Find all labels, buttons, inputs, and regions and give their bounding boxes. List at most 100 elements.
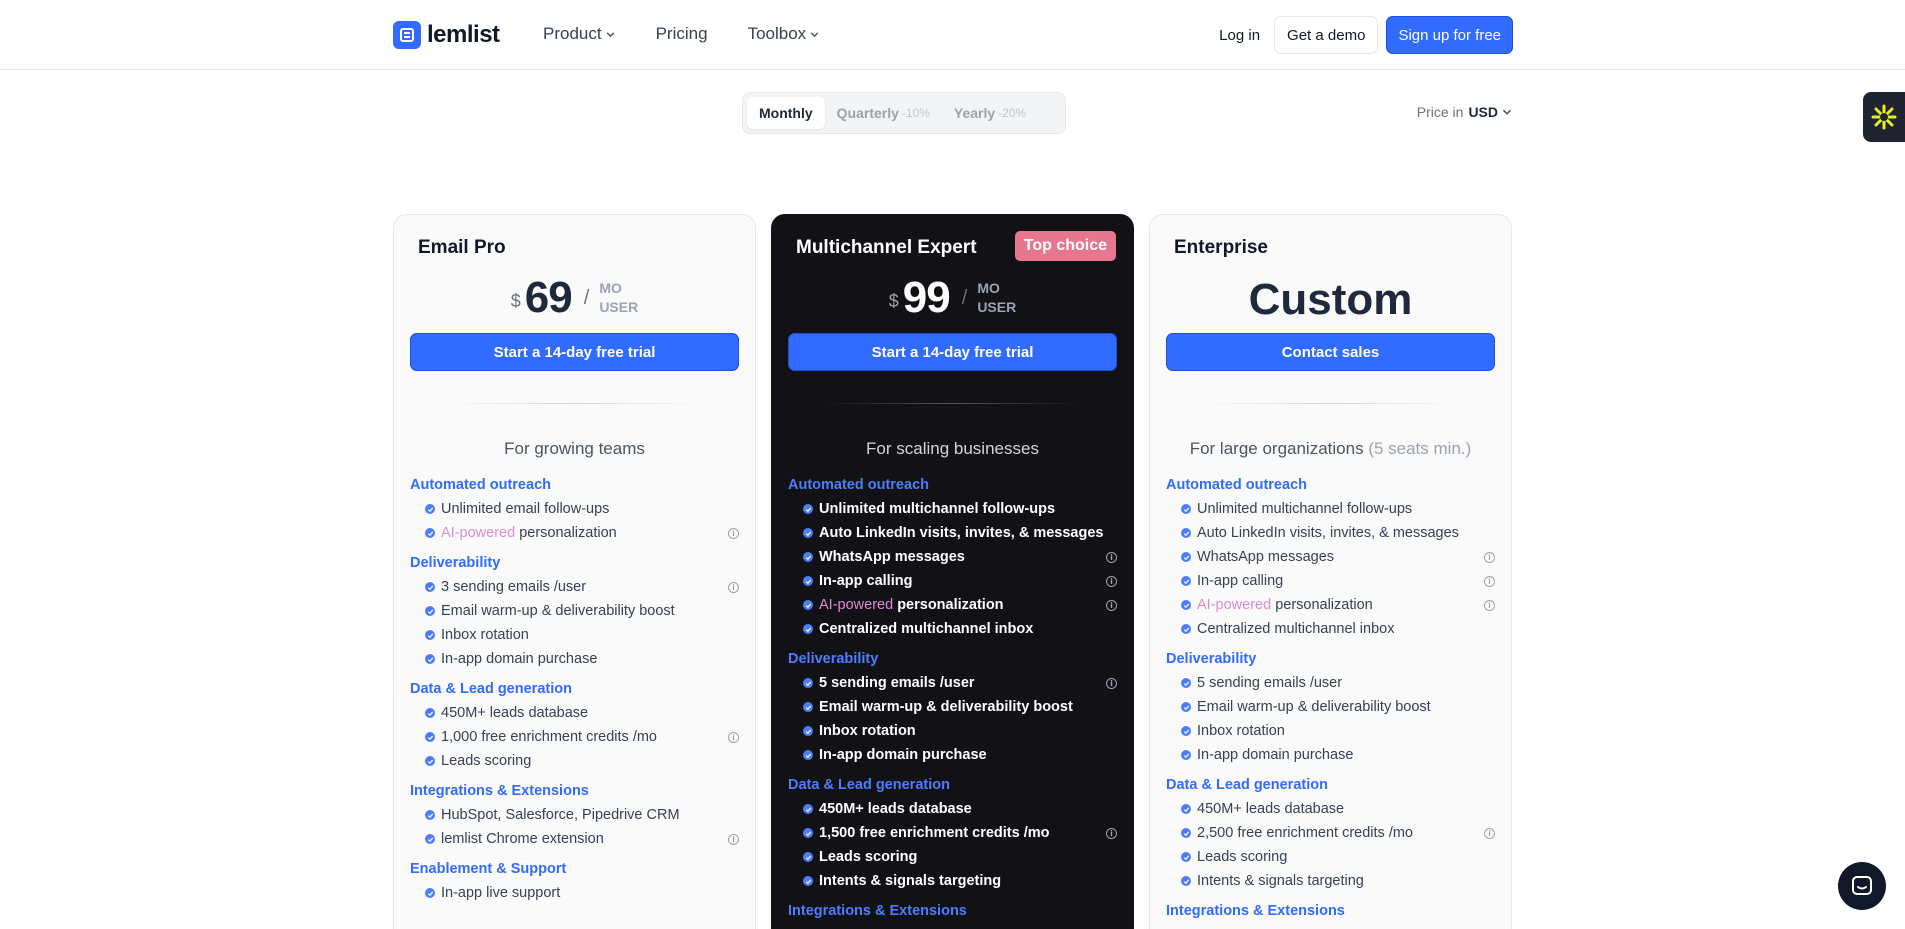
price-unit-period: MO bbox=[599, 280, 622, 296]
signup-button[interactable]: Sign up for free bbox=[1386, 16, 1513, 54]
feature-item: Email warm-up & deliverability boost bbox=[410, 599, 739, 623]
plan-audience: For scaling businesses bbox=[866, 439, 1039, 458]
feedback-widget[interactable] bbox=[1863, 92, 1905, 142]
feature-item: 450M+ leads database bbox=[788, 797, 1117, 821]
info-icon[interactable]: i bbox=[1106, 552, 1117, 563]
start-trial-button[interactable]: Start a 14-day free trial bbox=[788, 333, 1117, 371]
feature-item: Centralized multichannel inbox bbox=[1166, 617, 1495, 641]
check-icon bbox=[1181, 726, 1191, 736]
info-icon[interactable]: i bbox=[1484, 552, 1495, 563]
info-icon[interactable]: i bbox=[1484, 600, 1495, 611]
check-icon bbox=[425, 630, 435, 640]
feature-item: AI-powered personalization i bbox=[410, 521, 739, 545]
feature-item: Centralized multichannel inbox bbox=[788, 617, 1117, 641]
feature-label: personalization bbox=[1275, 597, 1373, 613]
feature-label: In-app calling bbox=[1197, 573, 1284, 589]
feature-label: Intents & signals targeting bbox=[1197, 873, 1364, 889]
check-icon bbox=[425, 732, 435, 742]
info-icon[interactable]: i bbox=[1484, 828, 1495, 839]
feature-list: Automated outreach Unlimited email follow… bbox=[410, 477, 739, 905]
info-icon[interactable]: i bbox=[728, 528, 739, 539]
price-unit: MO USER bbox=[599, 279, 638, 317]
billing-monthly[interactable]: Monthly bbox=[747, 97, 825, 129]
sparkle-icon bbox=[1871, 104, 1897, 130]
chat-launcher[interactable] bbox=[1838, 862, 1886, 910]
feature-label: Unlimited multichannel follow-ups bbox=[1197, 501, 1413, 517]
feature-item: Unlimited multichannel follow-ups bbox=[1166, 497, 1495, 521]
check-icon bbox=[803, 852, 813, 862]
plan-title: Enterprise bbox=[1174, 237, 1268, 258]
info-icon[interactable]: i bbox=[728, 834, 739, 845]
feature-section-title: Integrations & Extensions bbox=[410, 783, 589, 799]
feature-label: Email warm-up & deliverability boost bbox=[441, 603, 675, 619]
feature-label: 450M+ leads database bbox=[819, 801, 972, 817]
feature-section-title: Deliverability bbox=[788, 651, 879, 667]
feature-label: HubSpot, Salesforce, Pipedrive CRM bbox=[441, 807, 680, 823]
feature-section-title: Deliverability bbox=[410, 555, 501, 571]
feature-item: WhatsApp messages i bbox=[1166, 545, 1495, 569]
check-icon bbox=[1181, 504, 1191, 514]
feature-section-title: Automated outreach bbox=[410, 477, 551, 493]
login-button[interactable]: Log in bbox=[1213, 27, 1266, 44]
logo[interactable]: lemlist bbox=[393, 21, 500, 49]
info-icon[interactable]: i bbox=[728, 582, 739, 593]
info-icon[interactable]: i bbox=[1106, 678, 1117, 689]
feature-label: 1,000 free enrichment credits /mo bbox=[441, 729, 657, 745]
nav-product[interactable]: Product bbox=[543, 24, 616, 44]
feature-label: Inbox rotation bbox=[1197, 723, 1285, 739]
info-icon[interactable]: i bbox=[1106, 576, 1117, 587]
feature-item: 5 sending emails /user bbox=[1166, 671, 1495, 695]
check-icon bbox=[425, 654, 435, 664]
check-icon bbox=[1181, 852, 1191, 862]
nav-pricing[interactable]: Pricing bbox=[656, 24, 708, 44]
feature-label: 2,500 free enrichment credits /mo bbox=[1197, 825, 1413, 841]
check-icon bbox=[425, 888, 435, 898]
check-icon bbox=[425, 528, 435, 538]
start-trial-button[interactable]: Start a 14-day free trial bbox=[410, 333, 739, 371]
price-separator: / bbox=[961, 286, 968, 309]
check-icon bbox=[425, 834, 435, 844]
info-icon[interactable]: i bbox=[1106, 600, 1117, 611]
check-icon bbox=[1181, 876, 1191, 886]
feature-section-title: Integrations & Extensions bbox=[788, 903, 967, 919]
price-custom: Custom bbox=[1248, 275, 1413, 324]
check-icon bbox=[425, 756, 435, 766]
feature-item: Auto LinkedIn visits, invites, & message… bbox=[788, 521, 1117, 545]
check-icon bbox=[803, 702, 813, 712]
info-icon[interactable]: i bbox=[1484, 576, 1495, 587]
info-icon[interactable]: i bbox=[728, 732, 739, 743]
feature-label: Inbox rotation bbox=[441, 627, 529, 643]
check-icon bbox=[1181, 750, 1191, 760]
feature-item: 3 sending emails /user i bbox=[410, 575, 739, 599]
billing-period-toggle: Monthly Quarterly -10% Yearly -20% bbox=[742, 92, 1066, 134]
top-nav-bar: lemlist Product Pricing Toolbox Log in G… bbox=[0, 0, 1905, 70]
check-icon bbox=[1181, 576, 1191, 586]
divider bbox=[444, 403, 705, 404]
feature-label: Auto LinkedIn visits, invites, & message… bbox=[1197, 525, 1459, 541]
plan-audience: For growing teams bbox=[504, 439, 645, 458]
ai-powered-label: AI-powered bbox=[819, 597, 894, 613]
plan-title: Multichannel Expert bbox=[796, 237, 977, 258]
contact-sales-button[interactable]: Contact sales bbox=[1166, 333, 1495, 371]
feature-label: 1,500 free enrichment credits /mo bbox=[819, 825, 1050, 841]
billing-quarterly[interactable]: Quarterly -10% bbox=[825, 97, 942, 129]
nav-toolbox[interactable]: Toolbox bbox=[748, 24, 821, 44]
feature-item: Leads scoring bbox=[1166, 845, 1495, 869]
logo-text: lemlist bbox=[427, 21, 500, 48]
feature-label: In-app domain purchase bbox=[441, 651, 598, 667]
feature-label: WhatsApp messages bbox=[819, 549, 965, 565]
feature-item: HubSpot, Salesforce, Pipedrive CRM bbox=[410, 803, 739, 827]
feature-item: 5 sending emails /user i bbox=[788, 671, 1117, 695]
feature-item: Intents & signals targeting bbox=[1166, 869, 1495, 893]
feature-section-title: Data & Lead generation bbox=[788, 777, 950, 793]
feature-item: 450M+ leads database bbox=[1166, 797, 1495, 821]
currency-selector[interactable]: Price in USD bbox=[1417, 104, 1513, 120]
info-icon[interactable]: i bbox=[1106, 828, 1117, 839]
check-icon bbox=[803, 504, 813, 514]
feature-label: personalization bbox=[519, 525, 617, 541]
get-demo-button[interactable]: Get a demo bbox=[1274, 16, 1379, 54]
ai-powered-label: AI-powered bbox=[441, 525, 516, 541]
chevron-down-icon bbox=[1502, 109, 1512, 115]
nav-toolbox-label: Toolbox bbox=[747, 24, 807, 43]
billing-yearly[interactable]: Yearly -20% bbox=[942, 97, 1038, 129]
